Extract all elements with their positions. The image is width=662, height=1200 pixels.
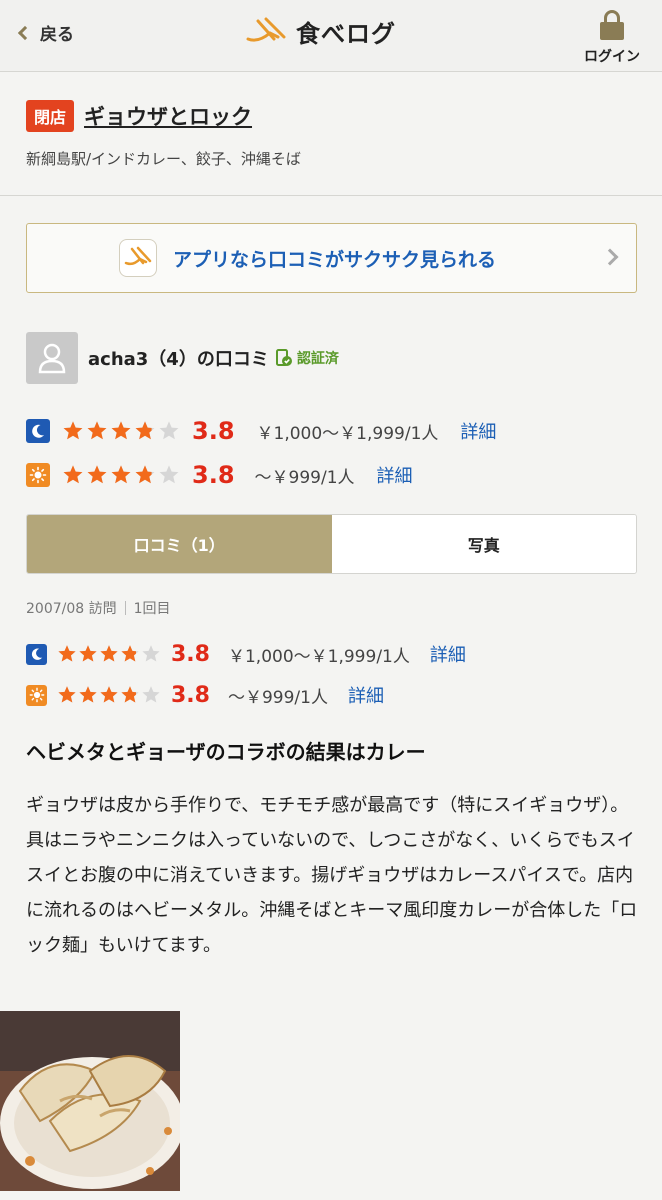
login-label: ログイン bbox=[584, 49, 640, 65]
detail-link[interactable]: 詳細 bbox=[460, 418, 496, 444]
visit-date: 2007/08 訪問 bbox=[26, 601, 117, 617]
detail-link[interactable]: 詳細 bbox=[348, 682, 384, 708]
star-rating bbox=[62, 420, 180, 442]
chevron-right-icon bbox=[601, 248, 619, 266]
star-icon bbox=[87, 465, 107, 484]
star-icon bbox=[111, 465, 131, 484]
star-icon bbox=[135, 465, 155, 484]
moon-icon bbox=[26, 419, 50, 443]
star-icon bbox=[135, 421, 155, 440]
tab-reviews[interactable]: 口コミ（1） bbox=[27, 515, 332, 573]
verified-phone-icon bbox=[275, 349, 292, 366]
star-icon bbox=[87, 421, 107, 440]
review-tabs: 口コミ（1） 写真 bbox=[26, 514, 637, 574]
star-rating bbox=[62, 464, 180, 486]
back-button[interactable]: 戻る bbox=[14, 20, 74, 45]
verified-badge: 認証済 bbox=[275, 348, 339, 368]
star-icon bbox=[142, 686, 160, 703]
shop-name-link[interactable]: ギョウザとロック bbox=[84, 101, 252, 131]
rating-row-night: 3.8 ￥1,000～￥1,999/1人 詳細 bbox=[26, 417, 496, 445]
star-rating bbox=[57, 685, 161, 705]
rating-score: 3.8 bbox=[171, 641, 210, 667]
visit-meta: 2007/08 訪問 1回目 bbox=[26, 598, 171, 618]
login-button[interactable]: ログイン bbox=[580, 10, 644, 66]
rating-score: 3.8 bbox=[192, 417, 235, 445]
star-icon bbox=[58, 686, 76, 703]
review-photo[interactable] bbox=[0, 1011, 180, 1191]
brand-logo[interactable]: 食べログ bbox=[244, 14, 396, 49]
star-icon bbox=[111, 421, 131, 440]
sun-icon bbox=[26, 684, 47, 706]
star-icon bbox=[142, 645, 160, 662]
detail-link[interactable]: 詳細 bbox=[430, 641, 466, 667]
star-rating bbox=[57, 644, 161, 664]
detail-link[interactable]: 詳細 bbox=[377, 462, 413, 488]
app-promo-banner[interactable]: アプリなら口コミがサクサク見られる bbox=[26, 223, 637, 293]
star-icon bbox=[58, 645, 76, 662]
shop-subtitle: 新綱島駅/インドカレー、餃子、沖縄そば bbox=[26, 150, 301, 168]
visit-rating-row-day: 3.8 ～￥999/1人 詳細 bbox=[26, 682, 384, 708]
app-promo-text: アプリなら口コミがサクサク見られる bbox=[173, 248, 497, 271]
sun-icon bbox=[26, 463, 50, 487]
shop-header: 閉店 ギョウザとロック 新綱島駅/インドカレー、餃子、沖縄そば bbox=[0, 72, 662, 196]
app-logo-icon bbox=[119, 239, 157, 277]
chevron-left-icon bbox=[17, 25, 33, 40]
price-range: ￥1,000～￥1,999/1人 bbox=[256, 423, 439, 444]
price-range: ￥1,000～￥1,999/1人 bbox=[227, 646, 410, 667]
reviewer-info: acha3（4）の口コミ 認証済 bbox=[26, 332, 339, 384]
reviewer-name[interactable]: acha3（4）の口コミ bbox=[88, 345, 269, 371]
closed-badge: 閉店 bbox=[26, 100, 75, 132]
visit-count: 1回目 bbox=[133, 601, 171, 617]
star-icon bbox=[100, 645, 118, 662]
star-icon bbox=[100, 686, 118, 703]
rating-score: 3.8 bbox=[192, 461, 235, 489]
review-body: ギョウザは皮から手作りで、モチモチ感が最高です（特にスイギョウザ）。具はニラやニ… bbox=[26, 795, 638, 956]
star-icon bbox=[79, 686, 97, 703]
star-icon bbox=[63, 421, 83, 440]
star-icon bbox=[63, 465, 83, 484]
price-range: ～￥999/1人 bbox=[227, 687, 328, 708]
lock-icon bbox=[580, 10, 644, 40]
brand-name: 食べログ bbox=[296, 20, 396, 48]
star-icon bbox=[79, 645, 97, 662]
star-icon bbox=[121, 645, 139, 662]
star-icon bbox=[159, 465, 179, 484]
chopsticks-logo-icon bbox=[246, 17, 286, 42]
visit-rating-row-night: 3.8 ￥1,000～￥1,999/1人 詳細 bbox=[26, 641, 466, 667]
verified-label: 認証済 bbox=[296, 351, 339, 367]
tab-photos[interactable]: 写真 bbox=[331, 515, 636, 573]
divider bbox=[124, 601, 126, 615]
star-icon bbox=[159, 421, 179, 440]
back-label: 戻る bbox=[40, 25, 74, 45]
top-bar: 戻る 食べログ ログイン bbox=[0, 0, 662, 72]
user-icon bbox=[38, 343, 66, 374]
moon-icon bbox=[26, 643, 47, 665]
avatar[interactable] bbox=[26, 332, 78, 384]
price-range: ～￥999/1人 bbox=[254, 467, 355, 488]
rating-score: 3.8 bbox=[171, 682, 210, 708]
rating-row-day: 3.8 ～￥999/1人 詳細 bbox=[26, 461, 413, 489]
gyoza-photo-image bbox=[0, 1011, 180, 1191]
star-icon bbox=[121, 686, 139, 703]
review-title: ヘビメタとギョーザのコラボの結果はカレー bbox=[26, 740, 426, 764]
